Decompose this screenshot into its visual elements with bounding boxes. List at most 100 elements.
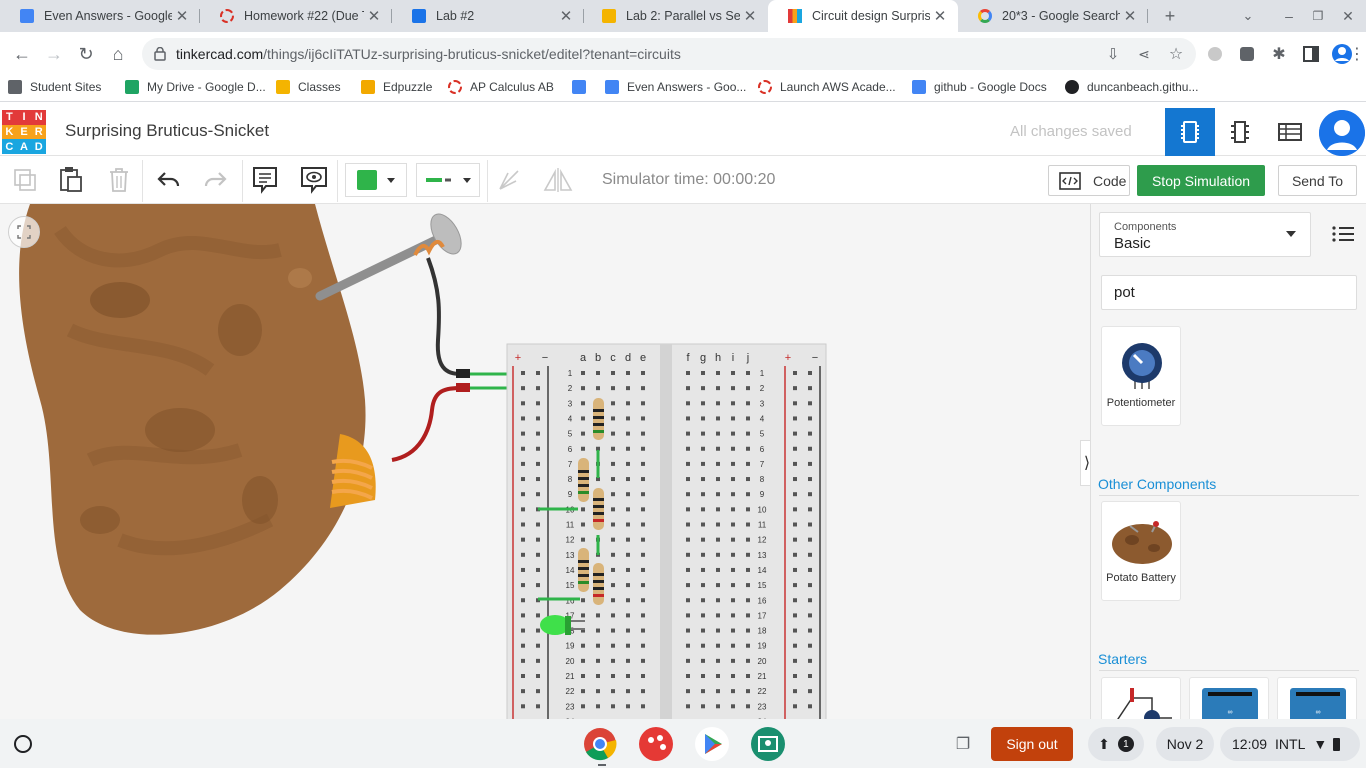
breadboard-hole[interactable]: [641, 674, 645, 678]
breadboard-hole[interactable]: [521, 431, 525, 436]
breadboard-hole[interactable]: [716, 477, 720, 482]
breadboard-hole[interactable]: [793, 674, 797, 678]
breadboard-hole[interactable]: [686, 537, 690, 542]
breadboard-hole[interactable]: [716, 522, 720, 527]
breadboard-hole[interactable]: [581, 643, 585, 648]
home-icon[interactable]: ⌂: [104, 40, 132, 68]
tab-close-icon[interactable]: ✕: [172, 7, 192, 25]
potentiometer-card[interactable]: Potentiometer: [1101, 326, 1181, 426]
tab-close-icon[interactable]: ✕: [364, 7, 384, 25]
breadboard-hole[interactable]: [731, 628, 735, 633]
breadboard-hole[interactable]: [521, 446, 525, 451]
breadboard-hole[interactable]: [793, 567, 797, 572]
tab-search-chevron-icon[interactable]: ⌄: [1234, 2, 1262, 30]
color-picker[interactable]: [345, 163, 407, 197]
breadboard-hole[interactable]: [716, 507, 720, 512]
breadboard-hole[interactable]: [626, 386, 630, 391]
restore-icon[interactable]: ❐: [1304, 2, 1332, 30]
breadboard-hole[interactable]: [536, 552, 540, 557]
breadboard-hole[interactable]: [808, 416, 812, 421]
bookmark-item[interactable]: Student Sites: [8, 80, 101, 94]
breadboard-hole[interactable]: [716, 583, 720, 588]
breadboard-hole[interactable]: [536, 461, 540, 466]
breadboard-hole[interactable]: [731, 674, 735, 678]
breadboard-hole[interactable]: [581, 522, 585, 527]
bookmark-item[interactable]: Classes: [276, 80, 341, 94]
breadboard-hole[interactable]: [701, 371, 705, 375]
breadboard-hole[interactable]: [701, 537, 705, 542]
breadboard-hole[interactable]: [626, 492, 630, 497]
bookmark-item[interactable]: Even Answers - Goo...: [605, 80, 746, 94]
breadboard-hole[interactable]: [808, 583, 812, 588]
breadboard-hole[interactable]: [808, 643, 812, 648]
breadboard-hole[interactable]: [641, 371, 645, 375]
minimize-icon[interactable]: –: [1275, 2, 1303, 30]
breadboard-hole[interactable]: [686, 598, 690, 603]
component-list-view-button[interactable]: [1265, 108, 1315, 156]
breadboard-hole[interactable]: [521, 689, 525, 694]
breadboard-hole[interactable]: [611, 567, 615, 572]
stop-simulation-button[interactable]: Stop Simulation: [1137, 165, 1265, 196]
delete-button[interactable]: [102, 163, 136, 197]
potato-battery-card[interactable]: Potato Battery: [1101, 501, 1181, 601]
breadboard-hole[interactable]: [521, 552, 525, 557]
breadboard-hole[interactable]: [626, 689, 630, 694]
code-button[interactable]: Code: [1048, 165, 1130, 196]
breadboard-hole[interactable]: [596, 704, 600, 709]
breadboard-hole[interactable]: [641, 598, 645, 603]
breadboard-hole[interactable]: [611, 628, 615, 633]
breadboard-hole[interactable]: [716, 401, 720, 406]
classroom-app-icon[interactable]: [751, 727, 785, 761]
breadboard-hole[interactable]: [521, 643, 525, 648]
back-icon[interactable]: ←: [8, 40, 36, 68]
breadboard-hole[interactable]: [581, 704, 585, 709]
breadboard-hole[interactable]: [626, 643, 630, 648]
breadboard-hole[interactable]: [686, 704, 690, 709]
breadboard-hole[interactable]: [521, 416, 525, 421]
breadboard-hole[interactable]: [808, 613, 812, 618]
breadboard-hole[interactable]: [521, 658, 525, 663]
breadboard-hole[interactable]: [731, 522, 735, 527]
breadboard-hole[interactable]: [536, 386, 540, 391]
breadboard-hole[interactable]: [521, 522, 525, 527]
breadboard-hole[interactable]: [701, 461, 705, 466]
breadboard-hole[interactable]: [731, 416, 735, 421]
breadboard-hole[interactable]: [793, 492, 797, 497]
breadboard-hole[interactable]: [521, 386, 525, 391]
breadboard-hole[interactable]: [521, 628, 525, 633]
send-to-button[interactable]: Send To: [1278, 165, 1357, 196]
breadboard-hole[interactable]: [701, 477, 705, 482]
breadboard-hole[interactable]: [701, 598, 705, 603]
breadboard-hole[interactable]: [536, 492, 540, 497]
breadboard-hole[interactable]: [808, 477, 812, 482]
zoom-to-fit-button[interactable]: [8, 216, 40, 248]
breadboard-hole[interactable]: [746, 628, 750, 633]
breadboard-hole[interactable]: [746, 643, 750, 648]
breadboard-hole[interactable]: [746, 416, 750, 421]
reload-icon[interactable]: ↻: [72, 40, 100, 68]
breadboard-hole[interactable]: [641, 492, 645, 497]
breadboard-hole[interactable]: [716, 446, 720, 451]
breadboard-hole[interactable]: [731, 386, 735, 391]
breadboard-hole[interactable]: [808, 598, 812, 603]
breadboard-hole[interactable]: [536, 658, 540, 663]
breadboard-hole[interactable]: [701, 613, 705, 618]
copy-button[interactable]: [8, 163, 42, 197]
breadboard-hole[interactable]: [746, 567, 750, 572]
breadboard-hole[interactable]: [716, 537, 720, 542]
breadboard-hole[interactable]: [731, 507, 735, 512]
breadboard-hole[interactable]: [686, 628, 690, 633]
breadboard-hole[interactable]: [611, 658, 615, 663]
zinc-nail[interactable]: [315, 209, 467, 301]
schematic-view-button[interactable]: [1215, 108, 1265, 156]
breadboard-hole[interactable]: [808, 552, 812, 557]
breadboard-hole[interactable]: [793, 446, 797, 451]
launcher-icon[interactable]: [14, 735, 32, 753]
breadboard-hole[interactable]: [521, 477, 525, 482]
breadboard-hole[interactable]: [716, 643, 720, 648]
breadboard-hole[interactable]: [596, 371, 600, 375]
breadboard-hole[interactable]: [716, 598, 720, 603]
browser-tab[interactable]: 20*3 - Google Search ✕: [958, 0, 1148, 32]
breadboard-hole[interactable]: [686, 613, 690, 618]
breadboard-hole[interactable]: [746, 537, 750, 542]
